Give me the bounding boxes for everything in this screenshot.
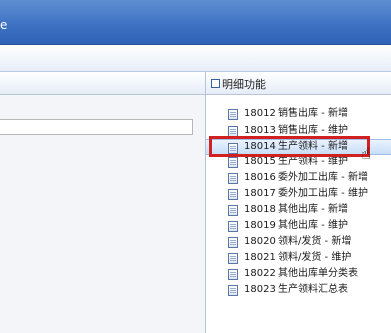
function-label: 生产领料汇总表 [278,284,348,295]
function-item-18012[interactable]: 18012 销售出库 - 新增 [206,106,391,121]
function-label: 其他出库 - 新增 [278,204,348,215]
function-item-18022[interactable]: 18022 其他出库单分类表 [206,266,391,281]
toolbar [0,45,391,72]
function-code: 18020 [244,236,276,247]
window-titlebar: e [0,0,391,45]
function-code: 18019 [244,220,276,231]
detail-functions-title: 明细功能 [222,78,266,91]
detail-functions-header: 明细功能 [206,72,391,95]
function-code: 18016 [244,172,276,183]
left-input-field[interactable] [0,119,193,135]
function-item-18019[interactable]: 18019 其他出库 - 维护 [206,218,391,233]
function-label: 委外加工出库 - 维护 [278,188,368,199]
document-icon [228,109,238,120]
left-panel-header [0,72,205,95]
function-label: 委外加工出库 - 新增 [278,172,368,183]
function-code: 18012 [244,108,276,119]
left-panel [0,72,206,333]
function-item-18017[interactable]: 18017 委外加工出库 - 维护 [206,186,391,201]
function-item-18021[interactable]: 18021 领料/发货 - 维护 [206,250,391,265]
document-icon [228,253,238,264]
function-item-18020[interactable]: 18020 领料/发货 - 新增 [206,234,391,249]
document-icon [228,157,238,168]
document-icon [228,221,238,232]
function-code: 18018 [244,204,276,215]
function-label: 销售出库 - 新增 [278,108,348,119]
detail-functions-panel: 明细功能 18012 销售出库 - 新增 18013 销售出库 - 维护 180… [206,72,391,333]
panel-collapse-icon[interactable] [211,79,220,88]
document-icon [228,189,238,200]
document-icon [228,205,238,216]
document-icon [228,269,238,280]
document-icon [228,285,238,296]
function-code: 18017 [244,188,276,199]
document-icon [228,237,238,248]
function-label: 领料/发货 - 维护 [278,252,352,263]
function-code: 18021 [244,252,276,263]
hand-cursor-icon: ☝ [361,144,371,163]
function-label: 其他出库 - 维护 [278,220,348,231]
function-item-18018[interactable]: 18018 其他出库 - 新增 [206,202,391,217]
function-code: 18022 [244,268,276,279]
function-label: 其他出库单分类表 [278,268,358,279]
function-item-18016[interactable]: 18016 委外加工出库 - 新增 [206,170,391,185]
selection-highlight-box [209,136,370,157]
function-code: 18023 [244,284,276,295]
function-label: 领料/发货 - 新增 [278,236,352,247]
window-title: e [0,18,8,32]
function-item-18023[interactable]: 18023 生产领料汇总表 [206,282,391,297]
document-icon [228,173,238,184]
